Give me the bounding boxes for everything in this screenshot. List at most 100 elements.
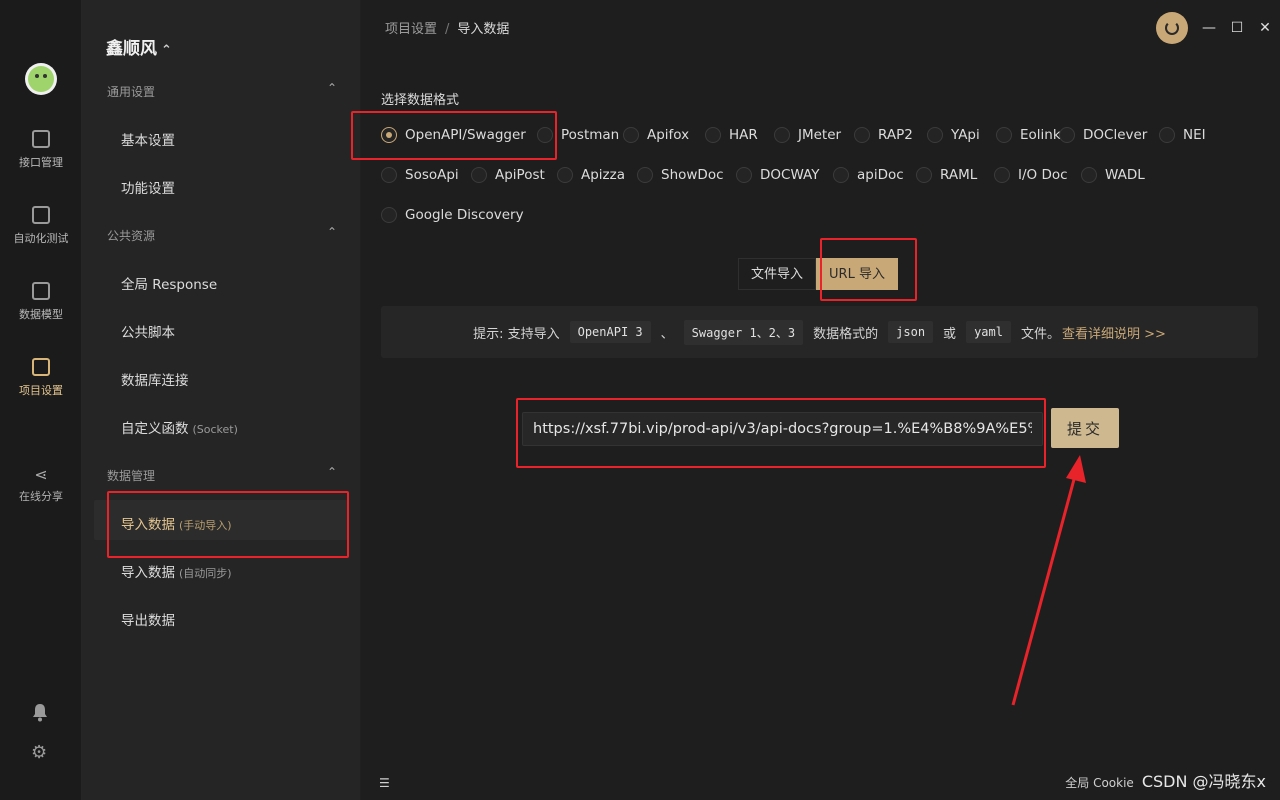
rail-item-auto-test[interactable]: 自动化测试 <box>0 206 82 246</box>
tip-text: 或 <box>943 326 957 342</box>
nav-export[interactable]: 导出数据 <box>121 609 175 629</box>
radio-dot <box>537 127 553 143</box>
chevron-up-icon: ⌃ <box>326 81 337 95</box>
format-radio[interactable]: HAR <box>705 127 758 143</box>
rail-item-data-model[interactable]: 数据模型 <box>0 282 82 322</box>
radio-dot <box>705 127 721 143</box>
nav-basic-settings[interactable]: 基本设置 <box>121 129 175 149</box>
nav-feature-settings[interactable]: 功能设置 <box>121 177 175 197</box>
rail-item-api-manage[interactable]: 接口管理 <box>0 130 82 170</box>
sync-icon[interactable] <box>1156 12 1188 44</box>
file-import-tab[interactable]: 文件导入 <box>738 258 817 290</box>
format-label: RAML <box>940 167 978 183</box>
chevron-updown-icon: ⌃ <box>161 43 172 58</box>
project-switcher[interactable]: 鑫顺风 ⌃ <box>106 34 172 59</box>
api-icon <box>32 130 50 148</box>
format-radio[interactable]: Google Discovery <box>381 207 524 223</box>
format-radio[interactable]: WADL <box>1081 167 1145 183</box>
format-radio[interactable]: JMeter <box>774 127 841 143</box>
tip-code: json <box>888 321 934 343</box>
url-import-tab[interactable]: URL 导入 <box>816 258 898 290</box>
nav-custom-functions[interactable]: 自定义函数 (Socket) <box>121 417 238 437</box>
nav-public-scripts[interactable]: 公共脚本 <box>121 321 175 341</box>
nav-import-auto[interactable]: 导入数据 (自动同步) <box>121 561 232 581</box>
radio-dot <box>637 167 653 183</box>
format-radio[interactable]: NEI <box>1159 127 1206 143</box>
main-panel: 项目设置 / 导入数据 — ☐ ✕ 选择数据格式 OpenAPI/Swagger Po… <box>361 0 1280 800</box>
details-link[interactable]: 查看详细说明 >> <box>1062 323 1166 342</box>
format-label: HAR <box>729 127 758 143</box>
url-input[interactable] <box>522 412 1043 446</box>
format-radio[interactable]: RAP2 <box>854 127 913 143</box>
bell-icon[interactable] <box>31 702 49 722</box>
format-radio[interactable]: ApiPost <box>471 167 545 183</box>
global-cookie-button[interactable]: 全局 Cookie <box>1065 776 1134 790</box>
nav-label: 导出数据 <box>121 613 175 629</box>
format-label: JMeter <box>798 127 842 143</box>
format-radio[interactable]: OpenAPI/Swagger <box>381 127 526 143</box>
format-radio[interactable]: Apifox <box>623 127 689 143</box>
watermark: CSDN @冯晓东x <box>1141 772 1266 791</box>
sidebar-toggle-icon[interactable]: ☰ <box>379 776 390 790</box>
format-label: Google Discovery <box>405 207 524 223</box>
section-title: 公共资源 <box>107 229 156 243</box>
nav-sub-label: (自动同步) <box>179 567 232 580</box>
section-general[interactable]: 通用设置 ⌃ <box>107 81 337 100</box>
format-label: WADL <box>1105 167 1145 183</box>
radio-dot <box>557 167 573 183</box>
tip-code: Swagger 1、2、3 <box>683 319 804 345</box>
rail-item-share[interactable]: ⋖ 在线分享 <box>0 465 82 504</box>
breadcrumb-current: 导入数据 <box>457 22 510 37</box>
radio-dot <box>381 127 397 143</box>
radio-dot <box>1059 127 1075 143</box>
format-radio[interactable]: Apizza <box>557 167 625 183</box>
rail-item-project-settings[interactable]: 项目设置 <box>0 358 82 398</box>
radio-dot <box>381 207 397 223</box>
gear-icon[interactable]: ⚙ <box>31 742 47 763</box>
maximize-icon[interactable]: ☐ <box>1230 21 1244 35</box>
section-title: 通用设置 <box>107 85 156 99</box>
minimize-icon[interactable]: — <box>1202 21 1216 35</box>
user-avatar[interactable] <box>25 63 57 95</box>
submit-button[interactable]: 提交 <box>1051 408 1119 448</box>
nav-label: 全局 Response <box>121 277 218 293</box>
nav-db-connection[interactable]: 数据库连接 <box>121 369 189 389</box>
tip-code: yaml <box>966 321 1011 343</box>
breadcrumb: 项目设置 / 导入数据 <box>385 18 509 37</box>
format-radio[interactable]: apiDoc <box>833 167 904 183</box>
settings-doc-icon <box>32 358 50 376</box>
breadcrumb-parent[interactable]: 项目设置 <box>385 22 437 37</box>
rail-label: 在线分享 <box>19 490 63 503</box>
radio-dot <box>916 167 932 183</box>
format-radio[interactable]: Postman <box>537 127 619 143</box>
nav-label: 数据库连接 <box>121 373 189 389</box>
format-radio[interactable]: YApi <box>927 127 980 143</box>
section-data-manage[interactable]: 数据管理 ⌃ <box>107 465 337 484</box>
format-radio[interactable]: SosoApi <box>381 167 459 183</box>
format-radio[interactable]: ShowDoc <box>637 167 724 183</box>
radio-dot <box>927 127 943 143</box>
radio-dot <box>1081 167 1097 183</box>
app-window: 接口管理 自动化测试 数据模型 项目设置 ⋖ 在线分享 ⚙ 鑫顺风 ⌃ 通用设置… <box>0 0 1280 800</box>
format-radio[interactable]: DOClever <box>1059 127 1147 143</box>
tip-box: 提示: 支持导入 OpenAPI 3 、 Swagger 1、2、3 数据格式的… <box>381 306 1258 358</box>
nav-label: 自定义函数 <box>121 421 189 437</box>
section-public-resources[interactable]: 公共资源 ⌃ <box>107 225 337 244</box>
nav-import-manual[interactable]: 导入数据 (手动导入) <box>121 513 232 533</box>
format-radio[interactable]: DOCWAY <box>736 167 820 183</box>
format-radio[interactable]: I/O Doc <box>994 167 1068 183</box>
format-label: DOClever <box>1083 127 1148 143</box>
format-radio[interactable]: RAML <box>916 167 977 183</box>
tip-text: 数据格式的 <box>813 326 879 342</box>
share-icon: ⋖ <box>34 465 48 484</box>
format-label: apiDoc <box>857 167 904 183</box>
format-label: SosoApi <box>405 167 459 183</box>
nav-global-response[interactable]: 全局 Response <box>121 273 217 293</box>
import-mode-switch: 文件导入 URL 导入 <box>738 258 898 290</box>
section-title: 数据管理 <box>107 469 156 483</box>
format-label: DOCWAY <box>760 167 820 183</box>
icon-rail: 接口管理 自动化测试 数据模型 项目设置 ⋖ 在线分享 ⚙ <box>0 0 82 800</box>
chevron-up-icon: ⌃ <box>326 225 337 239</box>
close-icon[interactable]: ✕ <box>1258 21 1272 35</box>
format-label: 选择数据格式 <box>381 93 460 108</box>
